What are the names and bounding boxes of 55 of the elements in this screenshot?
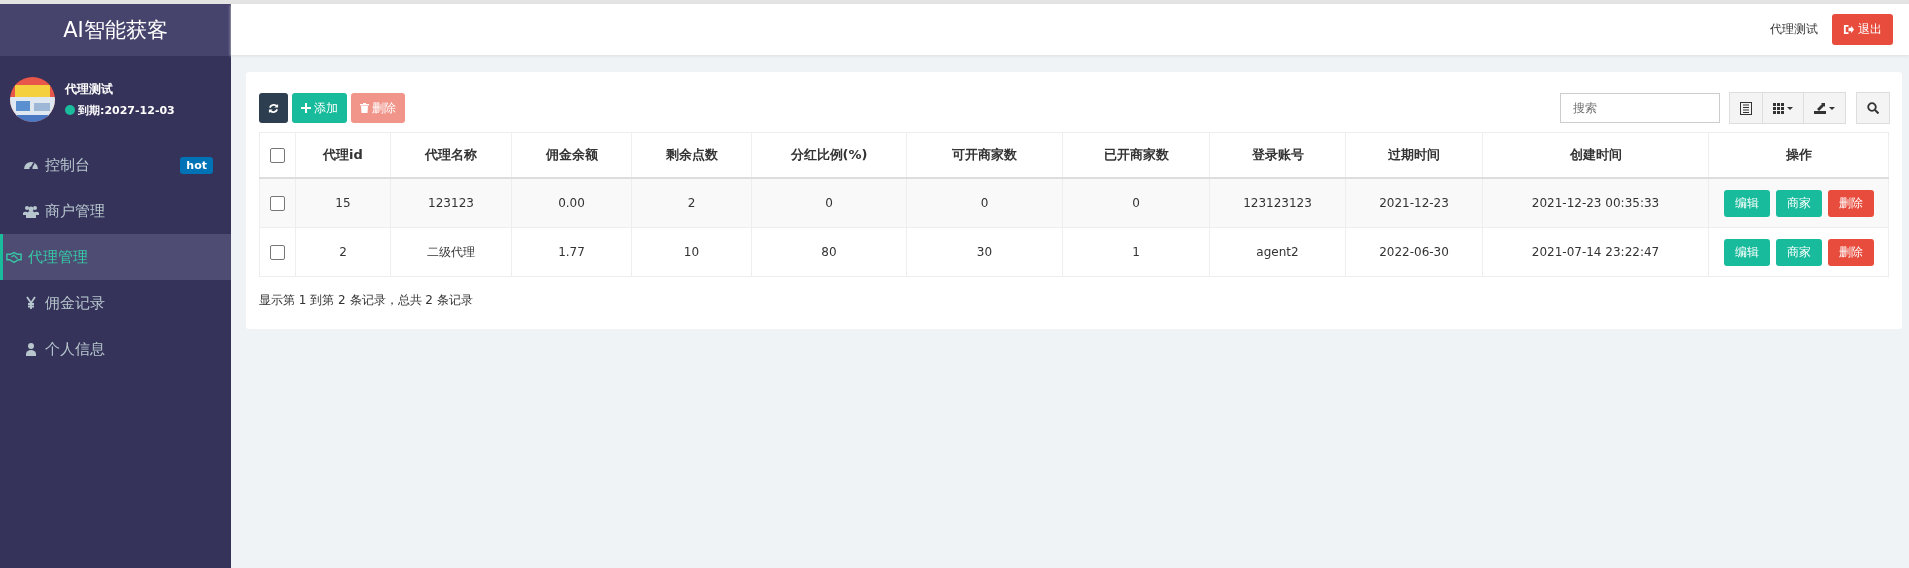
yen-icon xyxy=(23,295,39,311)
table-cell: 15 xyxy=(295,178,391,228)
table-cell: 0 xyxy=(906,178,1063,228)
users-icon xyxy=(23,203,39,219)
handshake-icon xyxy=(6,249,22,265)
user-icon xyxy=(23,341,39,357)
export-button[interactable] xyxy=(1803,92,1846,124)
export-icon xyxy=(1814,102,1835,114)
table-cell: 0.00 xyxy=(511,178,632,228)
table-cell: agent2 xyxy=(1209,227,1346,277)
brand-title: AI智能获客 xyxy=(0,4,231,56)
nav-item[interactable]: 个人信息 xyxy=(0,326,231,372)
search-button[interactable] xyxy=(1856,92,1890,124)
table-cell: 2 xyxy=(295,227,391,277)
trash-icon xyxy=(360,103,369,113)
table-cell: 80 xyxy=(751,227,907,277)
search-icon xyxy=(1867,102,1879,114)
list-icon xyxy=(1740,101,1752,115)
table-cell: 2021-12-23 xyxy=(1345,178,1483,228)
table-cell: 0 xyxy=(751,178,907,228)
plus-icon xyxy=(301,103,311,113)
row-checkbox[interactable] xyxy=(270,195,285,211)
table-cell: 2 xyxy=(631,178,752,228)
nav-item[interactable]: 佣金记录 xyxy=(0,280,231,326)
logout-button[interactable]: 退出 xyxy=(1832,14,1893,45)
expiry-date: 到期:2027-12-03 xyxy=(78,102,175,118)
nav-item[interactable]: 商户管理 xyxy=(0,188,231,234)
table-cell: 二级代理 xyxy=(390,227,512,277)
table-cell: 123123123 xyxy=(1209,178,1346,228)
table-cell: 1 xyxy=(1062,227,1210,277)
header-username: 代理测试 xyxy=(1770,21,1818,38)
delete-row-button[interactable]: 删除 xyxy=(1827,238,1874,266)
nav-item[interactable]: 控制台 hot xyxy=(0,142,231,188)
nav-item[interactable]: 代理管理 xyxy=(0,234,231,280)
delete-row-button[interactable]: 删除 xyxy=(1827,189,1874,217)
hot-badge: hot xyxy=(180,156,213,174)
user-name: 代理测试 xyxy=(65,80,114,98)
table-cell: 2021-07-14 23:22:47 xyxy=(1482,227,1709,277)
refresh-button[interactable] xyxy=(259,93,288,123)
search-field[interactable]: 搜索 xyxy=(1560,93,1720,123)
columns-button[interactable] xyxy=(1762,92,1804,124)
table-cell: 30 xyxy=(906,227,1063,277)
table-cell: 0 xyxy=(1062,178,1210,228)
table-cell: 123123 xyxy=(390,178,512,228)
select-all-checkbox[interactable] xyxy=(270,148,285,163)
table-cell: 1.77 xyxy=(511,227,632,277)
table-cell: 2022-06-30 xyxy=(1345,227,1483,277)
logout-icon xyxy=(1843,24,1854,35)
table-cell: 2021-12-23 00:35:33 xyxy=(1482,178,1709,228)
toggle-view-button[interactable] xyxy=(1729,92,1763,124)
table-cell: 10 xyxy=(631,227,752,277)
refresh-icon xyxy=(268,102,279,114)
pagination-info: 显示第 1 到第 2 条记录，总共 2 条记录 xyxy=(259,292,474,309)
row-checkbox[interactable] xyxy=(270,244,285,260)
grid-icon xyxy=(1773,102,1793,114)
